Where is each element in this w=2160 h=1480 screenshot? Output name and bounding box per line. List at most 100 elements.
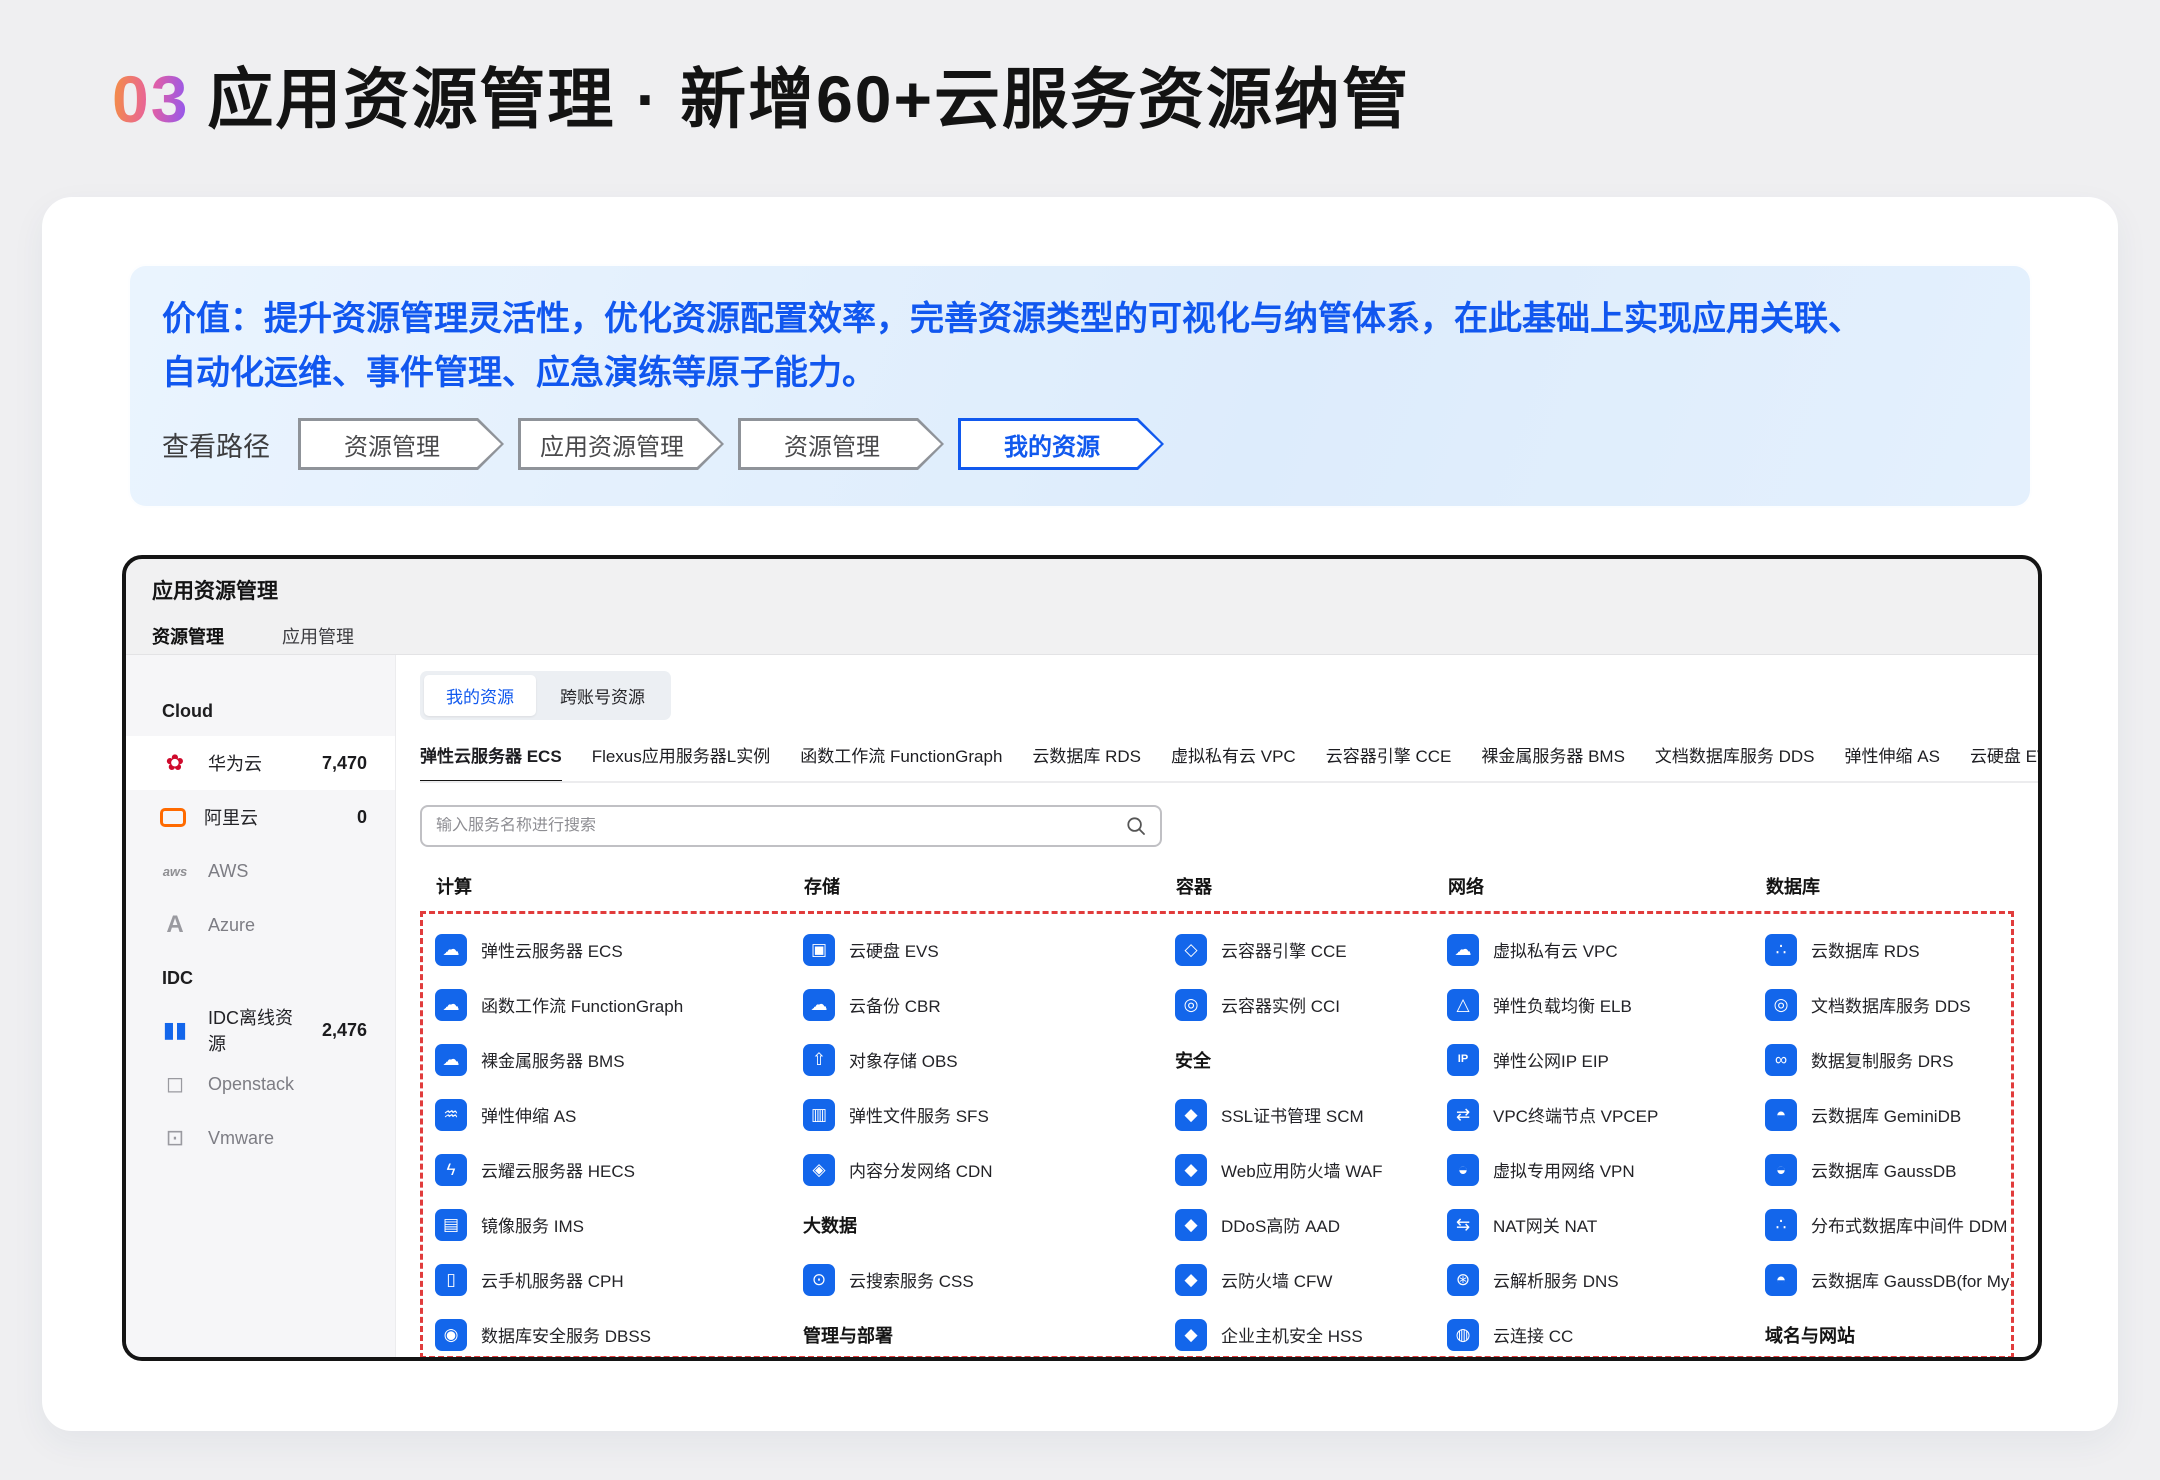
service-item[interactable]: ♒弹性伸缩 AS	[435, 1087, 803, 1142]
service-item[interactable]: ◆SSL证书管理 SCM	[1175, 1087, 1447, 1142]
service-item[interactable]: ⊛云解析服务 DNS	[1447, 1252, 1765, 1307]
elb-balance-icon: △	[1447, 989, 1479, 1021]
service-tab[interactable]: Flexus应用服务器L实例	[592, 742, 771, 781]
functiongraph-cloud-icon: ☁	[435, 989, 467, 1021]
service-item-label: Web应用防火墙 WAF	[1221, 1157, 1383, 1182]
service-item[interactable]: ▣云硬盘 EVS	[803, 922, 1175, 977]
drs-replicate-icon: ∞	[1765, 1044, 1797, 1076]
service-item[interactable]: ◈内容分发网络 CDN	[803, 1142, 1175, 1197]
cbr-cloud-icon: ☁	[803, 989, 835, 1021]
service-item[interactable]: ◓云数据库 GeminiDB	[1765, 1087, 2014, 1142]
service-tab[interactable]: 云数据库 RDS	[1032, 742, 1141, 781]
service-item[interactable]: ∴分布式数据库中间件 DDM	[1765, 1197, 2014, 1252]
service-tab[interactable]: 弹性云服务器 ECS	[420, 742, 562, 783]
service-item[interactable]: ☁ 弹性云服务器 ECS	[435, 922, 803, 977]
sidebar-item-aws[interactable]: awsAWS	[126, 844, 395, 898]
service-item-label: VPC终端节点 VPCEP	[1493, 1102, 1658, 1127]
content-card: 价值：提升资源管理灵活性，优化资源配置效率，完善资源类型的可视化与纳管体系，在此…	[42, 197, 2118, 1431]
path-step[interactable]: 资源管理	[298, 418, 504, 470]
page-title: 03应用资源管理 · 新增60+云服务资源纳管	[112, 46, 1410, 142]
openstack-logo-icon: ◻	[160, 1073, 190, 1095]
service-item-label: 弹性云服务器 ECS	[481, 937, 623, 962]
service-item-label: 企业主机安全 HSS	[1221, 1322, 1363, 1347]
service-tab[interactable]: 云容器引擎 CCE	[1326, 742, 1452, 781]
service-item[interactable]: ◇云容器引擎 CCE	[1175, 922, 1447, 977]
cfw-shield-icon: ◆	[1175, 1264, 1207, 1296]
service-item[interactable]: ⇆NAT网关 NAT	[1447, 1197, 1765, 1252]
service-item[interactable]: ◎云容器实例 CCI	[1175, 977, 1447, 1032]
service-item[interactable]: IP弹性公网IP EIP	[1447, 1032, 1765, 1087]
sidebar-item-openstack[interactable]: ◻Openstack	[126, 1057, 395, 1111]
service-item[interactable]: ◍云连接 CC	[1447, 1307, 1765, 1357]
category-column: ∴ 云数据库 RDS ◎ 文档数据库服务 DDS ∞ 数据复制服务 DRS ◓云数据库 Ge…	[1765, 922, 2014, 1357]
service-item[interactable]: ◉ 数据库安全服务 DBSS	[435, 1307, 803, 1357]
dbss-shield-icon: ◉	[435, 1319, 467, 1351]
service-item[interactable]: ◒虚拟专用网络 VPN	[1447, 1142, 1765, 1197]
service-item[interactable]: ☁函数工作流 FunctionGraph	[435, 977, 803, 1032]
service-item-label: 虚拟专用网络 VPN	[1493, 1157, 1635, 1182]
service-item-label: 数据库安全服务 DBSS	[481, 1322, 651, 1347]
service-tab[interactable]: 弹性伸缩 AS	[1845, 742, 1940, 781]
service-item[interactable]: ∴ 云数据库 RDS	[1765, 922, 2014, 977]
service-tab[interactable]: 文档数据库服务 DDS	[1655, 742, 1815, 781]
value-box: 价值：提升资源管理灵活性，优化资源配置效率，完善资源类型的可视化与纳管体系，在此…	[128, 264, 2032, 508]
service-item[interactable]: ⊙云搜索服务 CSS	[803, 1252, 1175, 1307]
ecs-cloud-icon: ☁	[435, 934, 467, 966]
service-tab[interactable]: 函数工作流 FunctionGraph	[800, 742, 1002, 781]
sidebar-item-vmware[interactable]: ⊡Vmware	[126, 1111, 395, 1165]
dds-db-icon: ◎	[1765, 989, 1797, 1021]
service-item-label: 内容分发网络 CDN	[849, 1157, 993, 1182]
service-item-label: 云数据库 RDS	[1811, 937, 1920, 962]
service-item[interactable]: ◓云数据库 GaussDB(for MySQL)	[1765, 1252, 2014, 1307]
search-input[interactable]	[436, 817, 1126, 835]
path-step[interactable]: 资源管理	[738, 418, 944, 470]
service-item[interactable]: ϟ云耀云服务器 HECS	[435, 1142, 803, 1197]
service-item[interactable]: ⇧对象存储 OBS	[803, 1032, 1175, 1087]
sfs-folder-icon: ▥	[803, 1099, 835, 1131]
service-item[interactable]: △ 弹性负载均衡 ELB	[1447, 977, 1765, 1032]
gaussdb-icon: ◒	[1765, 1154, 1797, 1186]
service-item[interactable]: ◆云防火墙 CFW	[1175, 1252, 1447, 1307]
service-item-label: 文档数据库服务 DDS	[1811, 992, 1971, 1017]
scm-shield-icon: ◆	[1175, 1099, 1207, 1131]
service-tab[interactable]: 裸金属服务器 BMS	[1481, 742, 1625, 781]
scope-tab[interactable]: 我的资源	[424, 675, 536, 716]
service-item-label: 弹性负载均衡 ELB	[1493, 992, 1632, 1017]
service-tab[interactable]: 虚拟私有云 VPC	[1171, 742, 1296, 781]
service-item[interactable]: ▤镜像服务 IMS	[435, 1197, 803, 1252]
scope-tab[interactable]: 跨账号资源	[538, 675, 667, 716]
service-item-label: 对象存储 OBS	[849, 1047, 958, 1072]
service-item[interactable]: ▥弹性文件服务 SFS	[803, 1087, 1175, 1142]
service-item[interactable]: ◆Web应用防火墙 WAF	[1175, 1142, 1447, 1197]
service-item-label: 数据复制服务 DRS	[1811, 1047, 1954, 1072]
service-item-label: 云硬盘 EVS	[849, 937, 939, 962]
service-item[interactable]: ☁云备份 CBR	[803, 977, 1175, 1032]
cph-phone-icon: ▯	[435, 1264, 467, 1296]
path-step[interactable]: 我的资源	[958, 418, 1164, 470]
css-search-icon: ⊙	[803, 1264, 835, 1296]
category-subheader: 域名与网站	[1765, 1307, 2014, 1357]
service-item-label: 云数据库 GaussDB(for MySQL)	[1811, 1267, 2014, 1292]
service-item[interactable]: ▯云手机服务器 CPH	[435, 1252, 803, 1307]
search-icon[interactable]	[1126, 816, 1146, 836]
sidebar-item-idc-offline[interactable]: ▮▮IDC离线资源2,476	[126, 1003, 395, 1057]
service-item[interactable]: ∞ 数据复制服务 DRS	[1765, 1032, 2014, 1087]
sidebar-item-alibaba-cloud[interactable]: 阿里云0	[126, 790, 395, 844]
rds-db-icon: ∴	[1765, 934, 1797, 966]
category-subheader: 安全	[1175, 1032, 1447, 1087]
huawei-logo-icon: ✿	[160, 752, 190, 774]
geminidb-icon: ◓	[1765, 1099, 1797, 1131]
service-item[interactable]: ☁虚拟私有云 VPC	[1447, 922, 1765, 977]
sidebar-item-azure[interactable]: AAzure	[126, 898, 395, 952]
service-item[interactable]: ☁裸金属服务器 BMS	[435, 1032, 803, 1087]
service-item[interactable]: ◆DDoS高防 AAD	[1175, 1197, 1447, 1252]
service-item-label: 镜像服务 IMS	[481, 1212, 584, 1237]
sidebar-item-huawei-cloud[interactable]: ✿华为云7,470	[126, 736, 395, 790]
service-tab[interactable]: 云硬盘 EVS	[1970, 742, 2038, 781]
service-item[interactable]: ⇄VPC终端节点 VPCEP	[1447, 1087, 1765, 1142]
service-item[interactable]: ◎ 文档数据库服务 DDS	[1765, 977, 2014, 1032]
service-item[interactable]: ◒云数据库 GaussDB	[1765, 1142, 2014, 1197]
service-item[interactable]: ◆企业主机安全 HSS	[1175, 1307, 1447, 1357]
path-step[interactable]: 应用资源管理	[518, 418, 724, 470]
resource-content: 我的资源跨账号资源 弹性云服务器 ECS Flexus应用服务器L实例函数工作流 …	[396, 655, 2038, 1357]
